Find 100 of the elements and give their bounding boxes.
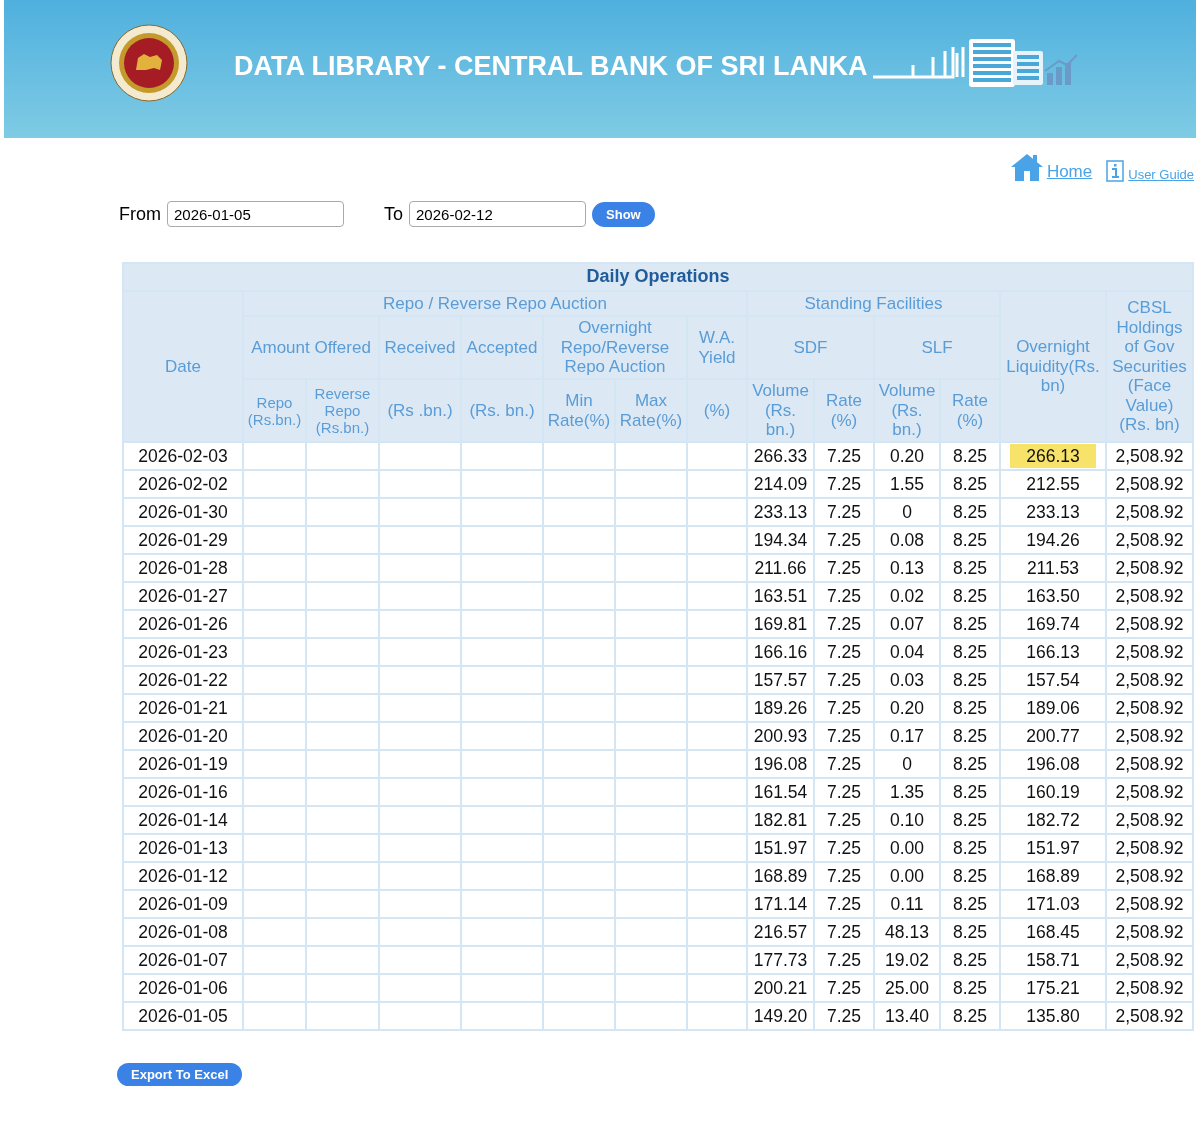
table-cell: 2,508.92	[1106, 750, 1194, 778]
date-cell: 2026-01-23	[123, 638, 243, 666]
table-cell-text: 157.54	[1025, 668, 1081, 692]
column-header: Repo (Rs.bn.)	[243, 379, 306, 442]
table-cell: 189.26	[747, 694, 814, 722]
table-cell: 0.20	[874, 442, 940, 470]
table-cell: 7.25	[814, 750, 874, 778]
date-cell: 2026-01-27	[123, 582, 243, 610]
table-cell: 151.97	[747, 834, 814, 862]
site-title: DATA LIBRARY - CENTRAL BANK OF SRI LANKA	[234, 50, 868, 82]
table-cell: 2,508.92	[1106, 890, 1194, 918]
table-cell: 7.25	[814, 862, 874, 890]
table-cell: 2,508.92	[1106, 778, 1194, 806]
table-cell: 8.25	[940, 1002, 1000, 1030]
table-cell: 2,508.92	[1106, 694, 1194, 722]
table-cell: 7.25	[814, 554, 874, 582]
column-header: W.A. Yield	[687, 316, 747, 379]
table-cell: 7.25	[814, 890, 874, 918]
table-cell: 2,508.92	[1106, 498, 1194, 526]
table-cell-text: 160.19	[1025, 780, 1081, 804]
table-cell: 7.25	[814, 1002, 874, 1030]
table-cell: 149.20	[747, 1002, 814, 1030]
show-button[interactable]: Show	[592, 201, 655, 227]
date-cell: 2026-02-03	[123, 442, 243, 470]
table-cell-text: 212.55	[1025, 472, 1081, 496]
table-cell: 2,508.92	[1106, 442, 1194, 470]
column-header: Max Rate(%)	[615, 379, 687, 442]
table-cell: 0.17	[874, 722, 940, 750]
table-cell: 0.20	[874, 694, 940, 722]
column-header: Rate (%)	[940, 379, 1000, 442]
table-cell: 161.54	[747, 778, 814, 806]
table-cell-text: 196.08	[1025, 752, 1081, 776]
table-cell: 2,508.92	[1106, 638, 1194, 666]
column-header: Overnight Liquidity(Rs. bn)	[1000, 291, 1106, 442]
table-cell: 214.09	[747, 470, 814, 498]
column-header: Volume (Rs. bn.)	[874, 379, 940, 442]
table-cell: 182.81	[747, 806, 814, 834]
column-header: Min Rate(%)	[543, 379, 615, 442]
table-cell: 2,508.92	[1106, 582, 1194, 610]
table-cell-text: 169.74	[1025, 612, 1081, 636]
table-cell: 194.34	[747, 526, 814, 554]
table-cell: 7.25	[814, 442, 874, 470]
date-cell: 2026-01-28	[123, 554, 243, 582]
column-header: SLF	[874, 316, 1000, 379]
table-cell: 0.11	[874, 890, 940, 918]
date-cell: 2026-01-16	[123, 778, 243, 806]
user-guide-link[interactable]: User Guide	[1106, 160, 1194, 182]
table-cell-text: 163.50	[1025, 584, 1081, 608]
table-cell: 0.02	[874, 582, 940, 610]
table-cell-text: 189.06	[1025, 696, 1081, 720]
table-cell: 2,508.92	[1106, 666, 1194, 694]
date-cell: 2026-01-20	[123, 722, 243, 750]
table-cell: 0.08	[874, 526, 940, 554]
table-cell-text: 135.80	[1025, 1004, 1081, 1028]
table-cell: 7.25	[814, 778, 874, 806]
table-cell: 0	[874, 750, 940, 778]
table-cell: 8.25	[940, 890, 1000, 918]
table-cell: 2,508.92	[1106, 526, 1194, 554]
table-cell: 266.33	[747, 442, 814, 470]
date-cell: 2026-01-22	[123, 666, 243, 694]
table-cell: 2,508.92	[1106, 862, 1194, 890]
table-cell: 0.07	[874, 610, 940, 638]
table-cell: 8.25	[940, 442, 1000, 470]
table-cell: 8.25	[940, 778, 1000, 806]
table-cell: 168.89	[747, 862, 814, 890]
table-cell-text: 168.89	[1025, 864, 1081, 888]
table-cell-text: 211.53	[1025, 556, 1081, 580]
column-header: Overnight Repo/Reverse Repo Auction	[543, 316, 687, 379]
to-label: To	[384, 203, 403, 225]
table-cell: 13.40	[874, 1002, 940, 1030]
table-cell: 8.25	[940, 946, 1000, 974]
table-cell-text: 194.26	[1025, 528, 1081, 552]
table-cell: 2,508.92	[1106, 1002, 1194, 1030]
table-cell: 163.51	[747, 582, 814, 610]
to-date-field[interactable]: 2026-02-12	[409, 201, 586, 227]
table-cell-text: 168.45	[1025, 920, 1081, 944]
table-cell: 211.66	[747, 554, 814, 582]
table-cell: 7.25	[814, 666, 874, 694]
table-cell: 8.25	[940, 750, 1000, 778]
export-to-excel-button[interactable]: Export To Excel	[117, 1063, 243, 1086]
date-cell: 2026-01-13	[123, 834, 243, 862]
date-cell: 2026-01-12	[123, 862, 243, 890]
column-header: (Rs .bn.)	[379, 379, 461, 442]
table-cell: 7.25	[814, 918, 874, 946]
date-cell: 2026-01-05	[123, 1002, 243, 1030]
group-header: Standing Facilities	[747, 291, 1000, 316]
table-cell-text: 175.21	[1025, 976, 1081, 1000]
table-cell: 7.25	[814, 694, 874, 722]
home-link[interactable]: Home	[1008, 152, 1093, 182]
table-cell: 8.25	[940, 722, 1000, 750]
table-cell: 7.25	[814, 526, 874, 554]
table-cell: 8.25	[940, 610, 1000, 638]
table-cell: 7.25	[814, 722, 874, 750]
table-cell: 196.08	[747, 750, 814, 778]
table-cell: 7.25	[814, 638, 874, 666]
table-cell: 8.25	[940, 974, 1000, 1002]
from-date-field[interactable]: 2026-01-05	[167, 201, 344, 227]
table-cell: 216.57	[747, 918, 814, 946]
table-cell: 7.25	[814, 498, 874, 526]
column-header: CBSL Holdings of Gov Securities (Face Value) (Rs. bn)	[1106, 291, 1194, 442]
